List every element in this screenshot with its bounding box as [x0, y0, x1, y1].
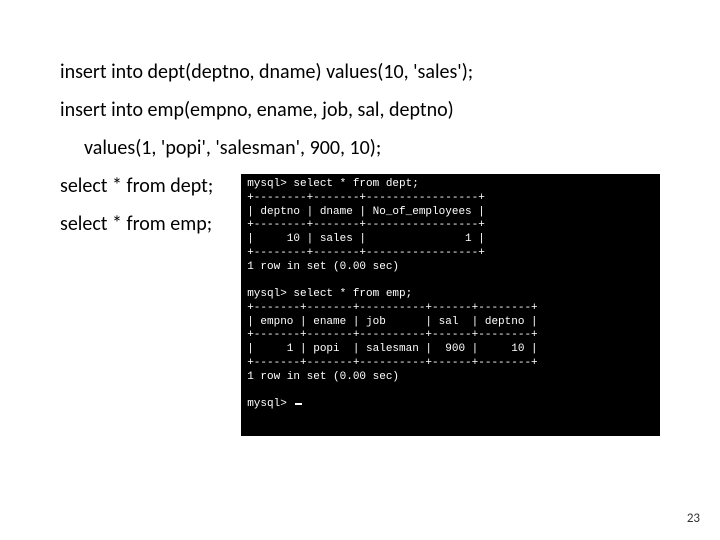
terminal-output: mysql> select * from dept; +--------+---… [247, 178, 537, 410]
sql-select-emp: select * from emp; [60, 212, 213, 236]
sql-insert-dept: insert into dept(deptno, dname) values(1… [60, 60, 660, 84]
sql-insert-emp-2: values(1, 'popi', 'salesman', 900, 10); [60, 136, 660, 160]
sql-select-dept: select * from dept; [60, 174, 213, 198]
mysql-terminal: mysql> select * from dept; +--------+---… [241, 174, 660, 436]
slide: insert into dept(deptno, dname) values(1… [0, 0, 720, 540]
cursor-icon [295, 403, 302, 405]
left-column: select * from dept; select * from emp; [60, 174, 213, 250]
page-number: 23 [687, 511, 700, 526]
sql-insert-emp-1: insert into emp(empno, ename, job, sal, … [60, 98, 660, 122]
